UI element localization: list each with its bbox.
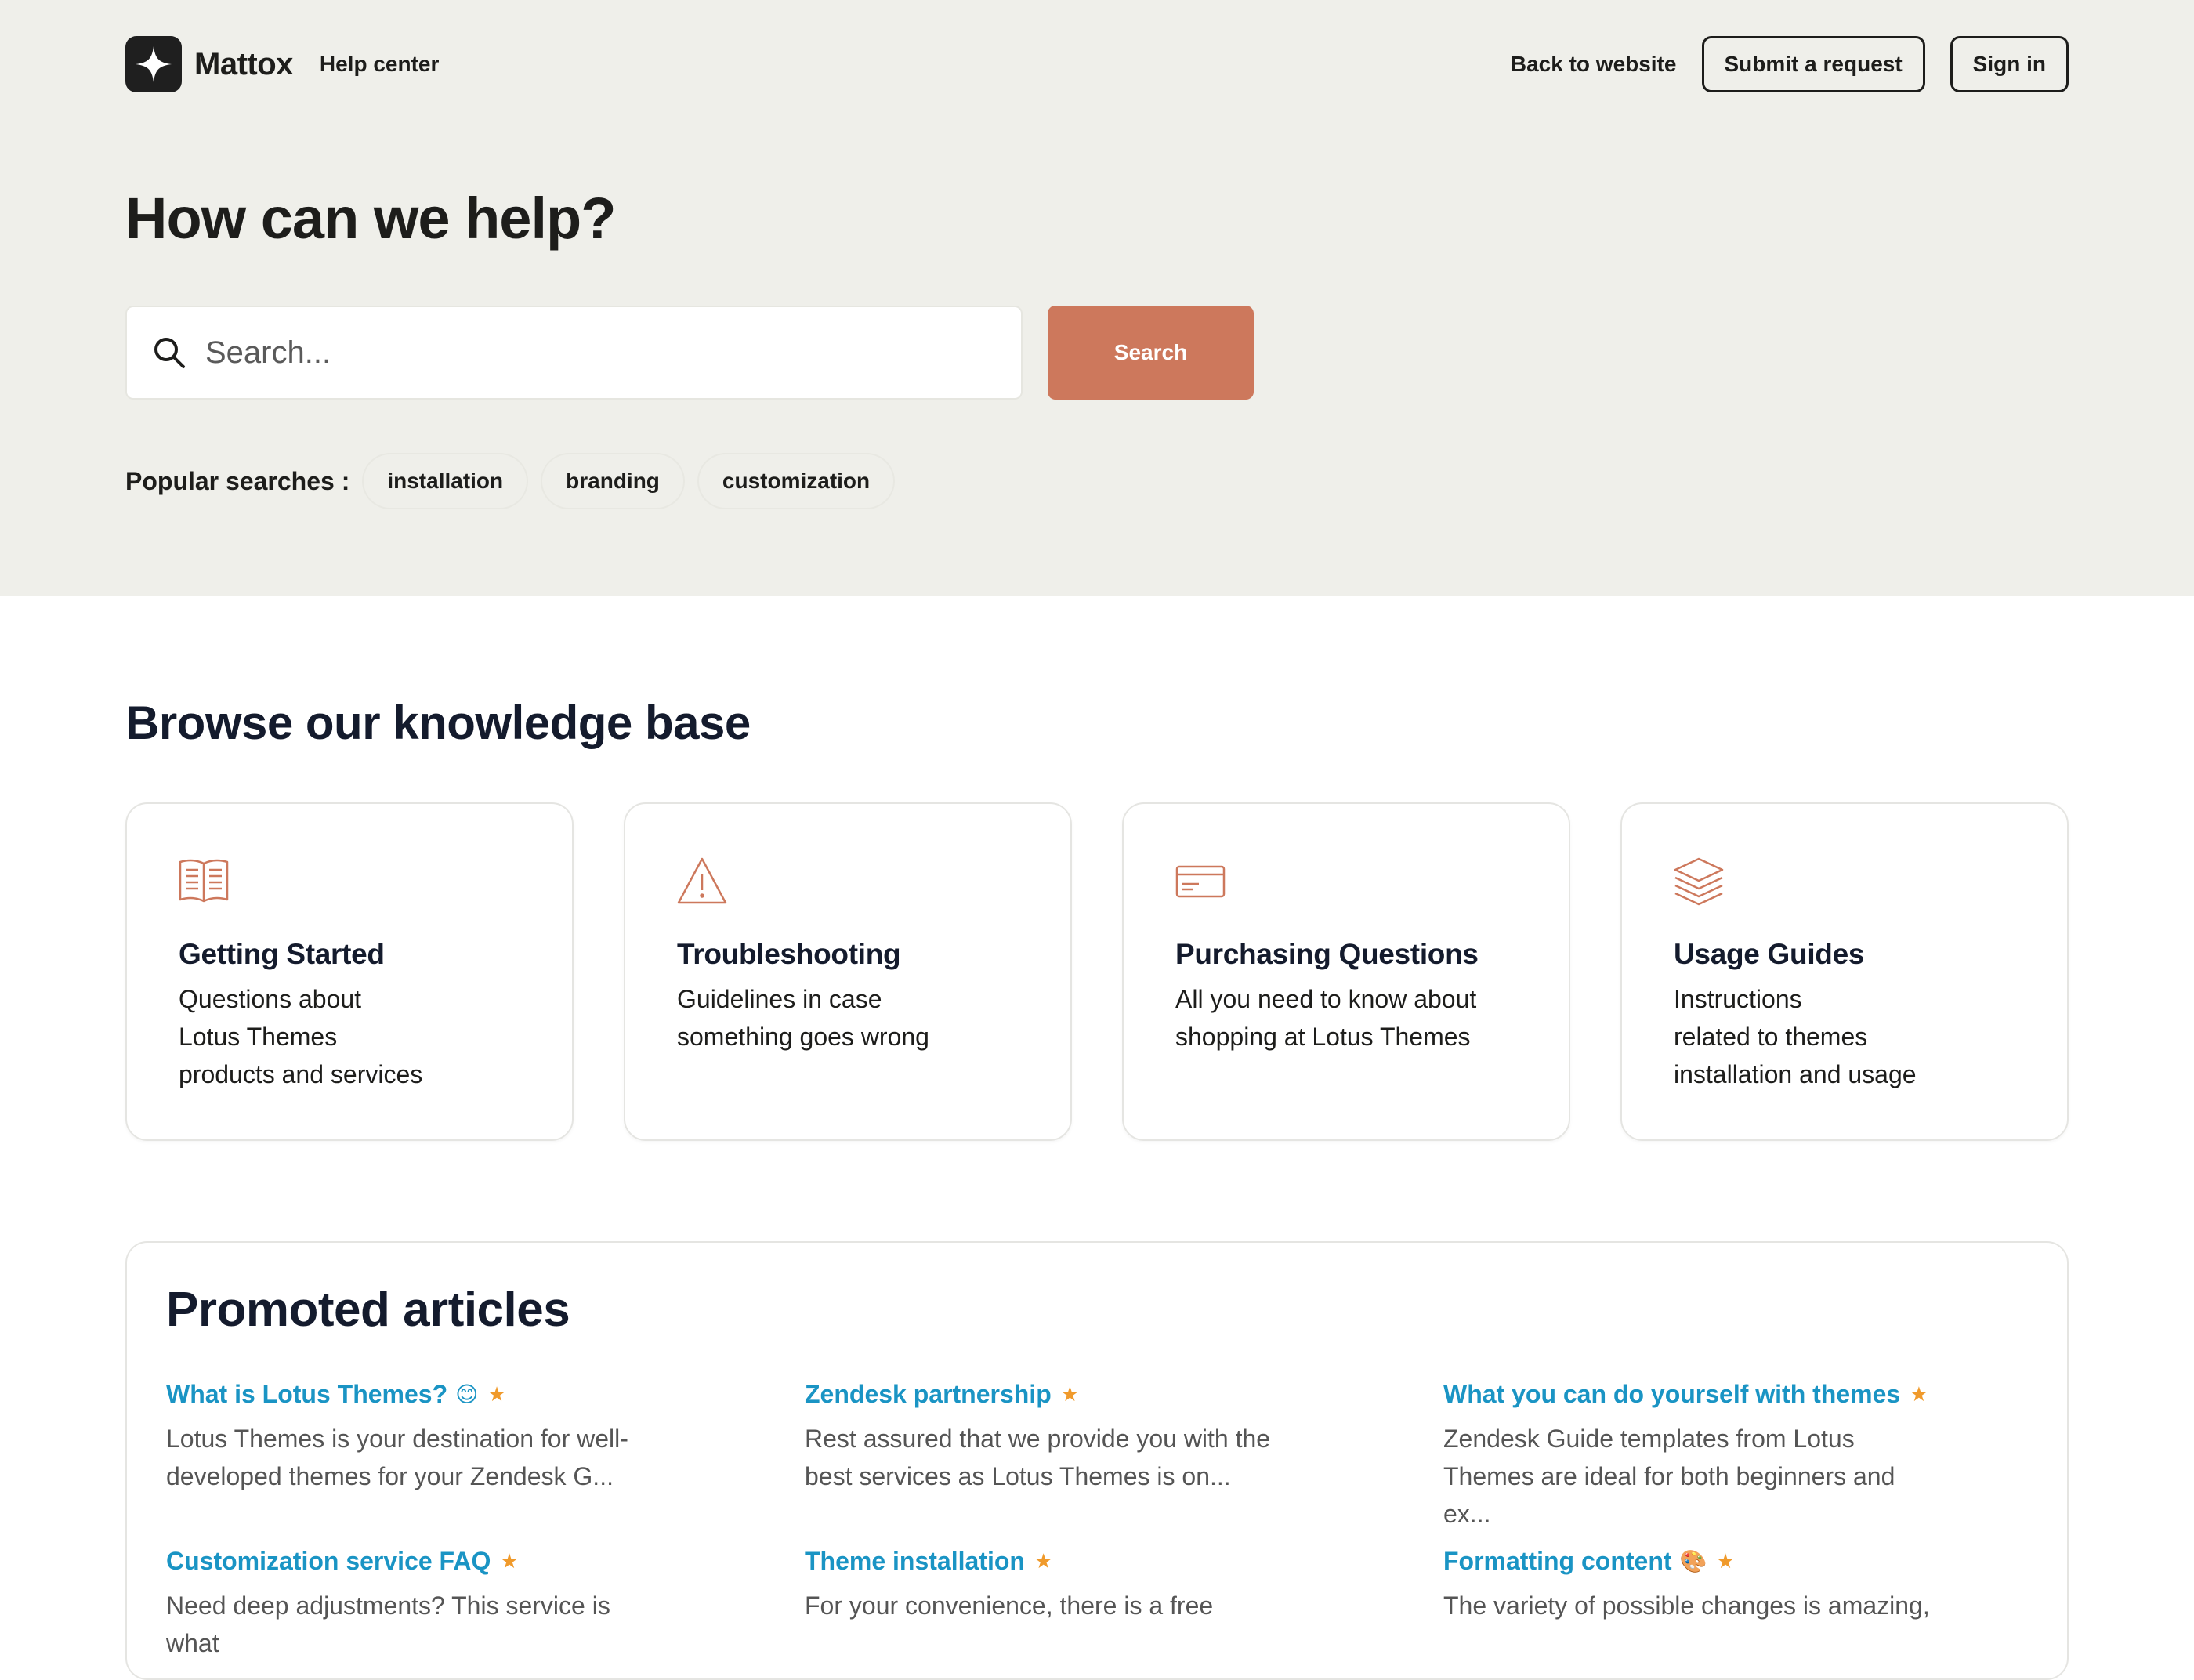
category-description: All you need to know about shopping at L…: [1175, 980, 1569, 1055]
search-button[interactable]: Search: [1048, 306, 1254, 400]
warning-icon: [677, 857, 727, 904]
search-form: Search: [125, 306, 1254, 400]
search-box[interactable]: [125, 306, 1023, 400]
article-link[interactable]: What is Lotus Themes? 😊 ★: [166, 1380, 805, 1409]
back-to-website-link[interactable]: Back to website: [1511, 52, 1677, 77]
promoted-articles-list: What is Lotus Themes? 😊 ★ Lotus Themes is …: [166, 1380, 2067, 1662]
description-line: shopping at Lotus Themes: [1175, 1023, 1471, 1051]
star-icon: ★: [1034, 1549, 1053, 1573]
popular-searches-label: Popular searches :: [125, 466, 350, 495]
description-line: products and services: [179, 1060, 423, 1088]
category-description: Questions about Lotus Themes products an…: [179, 980, 572, 1093]
brand-name[interactable]: Mattox: [194, 47, 293, 82]
description-line: All you need to know about: [1175, 985, 1477, 1013]
popular-searches: Popular searches : installation branding…: [125, 453, 907, 509]
layers-icon: [1674, 857, 1724, 906]
category-title: Purchasing Questions: [1175, 938, 1479, 970]
category-description: Instructions related to themes installat…: [1674, 980, 2067, 1093]
category-card-purchasing[interactable]: Purchasing Questions All you need to kno…: [1122, 802, 1570, 1141]
description-line: Lotus Themes: [179, 1023, 338, 1051]
star-icon: ★: [500, 1549, 519, 1573]
star-icon: ★: [1910, 1382, 1928, 1406]
credit-card-icon: [1175, 865, 1226, 898]
article-link[interactable]: What you can do yourself with themes ★: [1443, 1380, 2082, 1409]
description-line: Guidelines in case: [677, 985, 882, 1013]
category-cards: Getting Started Questions about Lotus Th…: [125, 802, 2069, 1141]
header-actions: Back to website Submit a request Sign in: [1511, 36, 2069, 92]
excerpt-line: Lotus Themes is your destination for wel…: [166, 1425, 628, 1453]
article-title[interactable]: Formatting content: [1443, 1547, 1672, 1576]
sign-in-button[interactable]: Sign in: [1950, 36, 2069, 92]
book-icon: [179, 859, 229, 903]
excerpt-line: developed themes for your Zendesk G...: [166, 1462, 614, 1490]
top-navigation: Mattox Help center Back to website Submi…: [125, 36, 2069, 92]
article-link[interactable]: Customization service FAQ ★: [166, 1547, 805, 1576]
article-title[interactable]: Customization service FAQ: [166, 1547, 491, 1576]
description-line: Instructions: [1674, 985, 1802, 1013]
article-title[interactable]: What is Lotus Themes?: [166, 1380, 447, 1409]
article-item: Formatting content 🎨 ★ The variety of poss…: [1443, 1547, 2082, 1662]
excerpt-line: The variety of possible changes is amazi…: [1443, 1591, 1930, 1620]
article-item: Zendesk partnership ★ Rest assured that w…: [805, 1380, 1443, 1533]
description-line: related to themes: [1674, 1023, 1868, 1051]
article-item: What is Lotus Themes? 😊 ★ Lotus Themes is …: [166, 1380, 805, 1533]
category-title: Usage Guides: [1674, 938, 1865, 970]
article-link[interactable]: Theme installation ★: [805, 1547, 1443, 1576]
popular-search-chip[interactable]: branding: [541, 453, 685, 509]
category-description: Guidelines in case something goes wrong: [677, 980, 1070, 1055]
excerpt-line: Zendesk Guide templates from Lotus: [1443, 1425, 1855, 1453]
search-input[interactable]: [205, 335, 911, 371]
help-center-label[interactable]: Help center: [320, 52, 440, 77]
smile-emoji-icon: 😊: [455, 1382, 479, 1407]
article-item: Theme installation ★ For your convenience…: [805, 1547, 1443, 1662]
article-excerpt: Rest assured that we provide you with th…: [805, 1420, 1306, 1495]
category-title: Getting Started: [179, 938, 385, 970]
popular-search-chip[interactable]: customization: [697, 453, 896, 509]
knowledge-base-title: Browse our knowledge base: [125, 697, 751, 749]
promoted-articles-section: Promoted articles What is Lotus Themes? 😊…: [125, 1241, 2069, 1680]
excerpt-line: Need deep adjustments? This service is w…: [166, 1591, 610, 1657]
article-item: What you can do yourself with themes ★ Ze…: [1443, 1380, 2082, 1533]
star-icon: ★: [1060, 1382, 1080, 1406]
article-link[interactable]: Formatting content 🎨 ★: [1443, 1547, 2082, 1576]
article-excerpt: The variety of possible changes is amazi…: [1443, 1587, 1945, 1624]
article-excerpt: Lotus Themes is your destination for wel…: [166, 1420, 668, 1495]
star-icon: ★: [487, 1382, 506, 1406]
logo-icon[interactable]: [125, 36, 182, 92]
category-card-getting-started[interactable]: Getting Started Questions about Lotus Th…: [125, 802, 574, 1141]
article-link[interactable]: Zendesk partnership ★: [805, 1380, 1443, 1409]
description-line: installation and usage: [1674, 1060, 1917, 1088]
submit-request-button[interactable]: Submit a request: [1701, 36, 1925, 92]
article-title[interactable]: Zendesk partnership: [805, 1380, 1052, 1409]
promoted-articles-title: Promoted articles: [166, 1283, 570, 1337]
article-excerpt: For your convenience, there is a free: [805, 1587, 1306, 1624]
search-icon: [154, 338, 185, 368]
excerpt-line: Themes are ideal for both beginners and …: [1443, 1462, 1895, 1528]
excerpt-line: Rest assured that we provide you with th…: [805, 1425, 1271, 1453]
category-card-usage-guides[interactable]: Usage Guides Instructions related to the…: [1620, 802, 2069, 1141]
category-card-troubleshooting[interactable]: Troubleshooting Guidelines in case somet…: [624, 802, 1072, 1141]
description-line: something goes wrong: [677, 1023, 929, 1051]
palette-emoji-icon: 🎨: [1679, 1549, 1707, 1573]
hero-title: How can we help?: [125, 186, 616, 251]
article-excerpt: Need deep adjustments? This service is w…: [166, 1587, 668, 1662]
excerpt-line: For your convenience, there is a free: [805, 1591, 1214, 1620]
article-title[interactable]: Theme installation: [805, 1547, 1025, 1576]
article-excerpt: Zendesk Guide templates from Lotus Themes…: [1443, 1420, 1945, 1533]
description-line: Questions about: [179, 985, 362, 1013]
star-icon: ★: [1716, 1549, 1735, 1573]
article-title[interactable]: What you can do yourself with themes: [1443, 1380, 1900, 1409]
hero-section: Mattox Help center Back to website Submi…: [0, 0, 2194, 596]
category-title: Troubleshooting: [677, 938, 901, 970]
excerpt-line: best services as Lotus Themes is on...: [805, 1462, 1231, 1490]
popular-search-chip[interactable]: installation: [362, 453, 529, 509]
article-item: Customization service FAQ ★ Need deep adj…: [166, 1547, 805, 1662]
